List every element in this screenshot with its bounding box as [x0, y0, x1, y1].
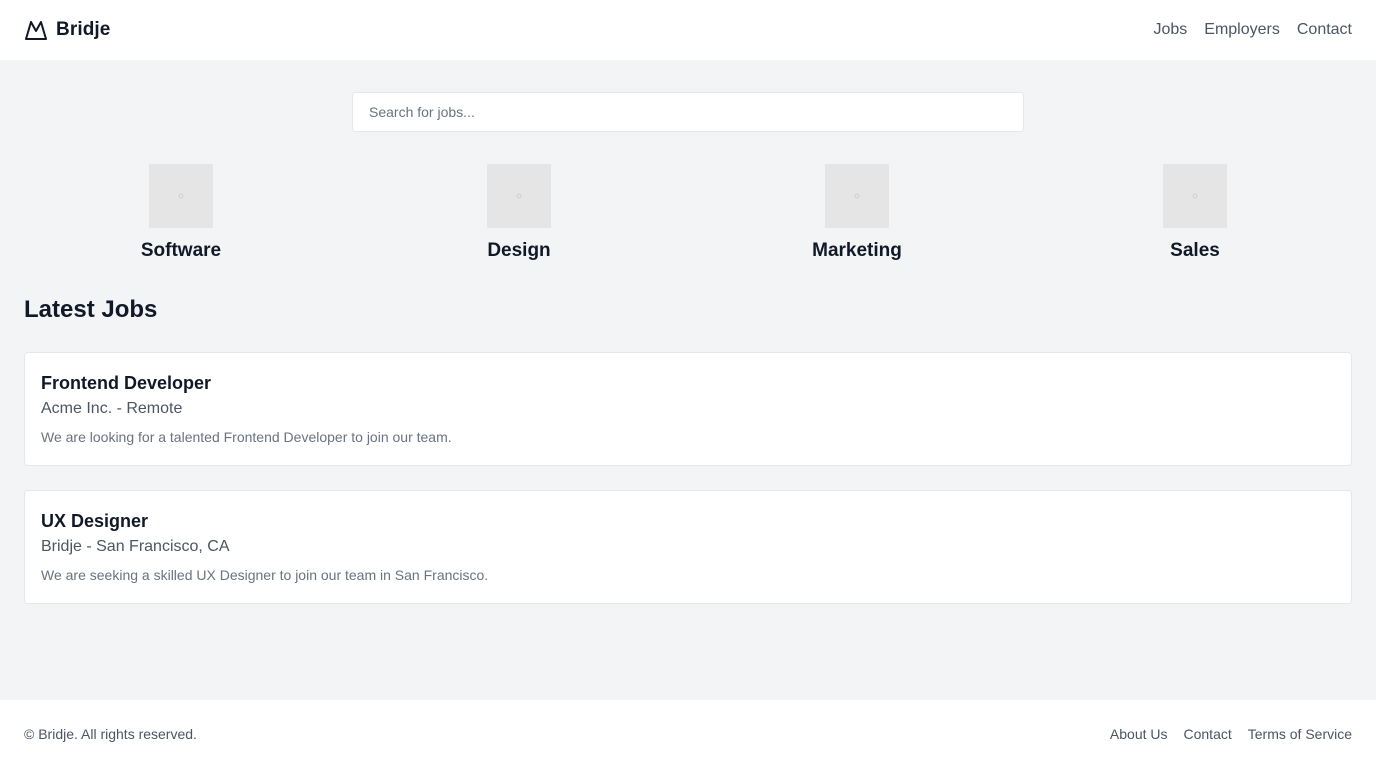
brand-name: Bridje — [56, 19, 111, 40]
job-company-location: Acme Inc. - Remote — [41, 400, 183, 417]
search-input[interactable] — [352, 92, 1024, 132]
job-title: Frontend Developer — [41, 373, 212, 393]
category-image — [825, 164, 889, 228]
image-placeholder-icon — [178, 193, 184, 199]
job-description: We are seeking a skilled UX Designer to … — [41, 567, 489, 583]
latest-jobs-heading: Latest Jobs — [24, 296, 158, 323]
main-nav: Jobs Employers Contact — [1153, 21, 1352, 39]
category-name: Marketing — [812, 240, 902, 261]
category-image — [149, 164, 213, 228]
footer-link-terms-of-service[interactable]: Terms of Service — [1248, 726, 1352, 742]
category-name: Software — [140, 240, 222, 261]
category-name: Sales — [1170, 240, 1220, 261]
job-company-location: Bridje - San Francisco, CA — [41, 538, 230, 555]
footer-nav: About Us Contact Terms of Service — [1110, 726, 1352, 742]
category-software[interactable]: Software — [12, 164, 350, 262]
footer-link-contact[interactable]: Contact — [1184, 726, 1232, 742]
job-title: UX Designer — [41, 511, 149, 531]
category-marketing[interactable]: Marketing — [688, 164, 1026, 262]
job-card[interactable]: Frontend Developer Acme Inc. - Remote We… — [24, 352, 1352, 466]
nav-link-jobs[interactable]: Jobs — [1153, 21, 1187, 39]
mountain-logo-icon — [25, 21, 47, 40]
category-image — [487, 164, 551, 228]
job-card[interactable]: UX Designer Bridje - San Francisco, CA W… — [24, 490, 1352, 604]
category-design[interactable]: Design — [350, 164, 688, 262]
footer-link-about-us[interactable]: About Us — [1110, 726, 1168, 742]
copyright-text: © Bridje. All rights reserved. — [24, 726, 197, 742]
category-image — [1163, 164, 1227, 228]
category-sales[interactable]: Sales — [1026, 164, 1364, 262]
search-bar — [352, 92, 1024, 132]
nav-link-employers[interactable]: Employers — [1204, 21, 1280, 39]
category-name: Design — [487, 240, 551, 261]
image-placeholder-icon — [1192, 193, 1198, 199]
job-description: We are looking for a talented Frontend D… — [41, 429, 452, 445]
site-footer: © Bridje. All rights reserved. About Us … — [0, 700, 1376, 768]
image-placeholder-icon — [516, 193, 522, 199]
brand-logo-link[interactable]: Bridje — [24, 18, 110, 42]
image-placeholder-icon — [854, 193, 860, 199]
category-list: Software Design Marketing Sales — [12, 164, 1364, 262]
site-header: Bridje Jobs Employers Contact — [0, 0, 1376, 60]
nav-link-contact[interactable]: Contact — [1297, 21, 1352, 39]
job-list: Frontend Developer Acme Inc. - Remote We… — [24, 352, 1352, 628]
